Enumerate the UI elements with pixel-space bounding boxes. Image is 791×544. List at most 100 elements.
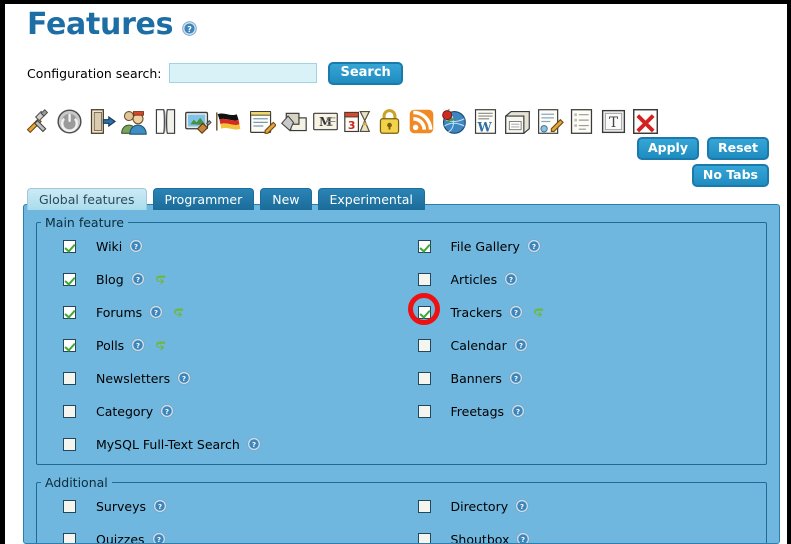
checkbox-forums[interactable] [63,306,76,319]
svg-text:?: ? [157,536,161,544]
globe-apple-icon[interactable] [439,107,468,136]
help-question-icon[interactable]: ? [516,532,530,544]
help-question-icon[interactable]: ? [514,338,528,352]
page-content: Features ? Configuration search: Search [5,4,787,544]
svg-text:?: ? [520,503,524,511]
option-trackers[interactable]: Trackers ? [418,302,767,322]
option-shoutbox[interactable]: Shoutbox ? [418,529,767,544]
group-additional-legend: Additional [41,475,112,490]
book-pages-icon[interactable] [151,107,180,136]
card-file-box-icon[interactable] [503,107,532,136]
help-question-icon[interactable]: ? [527,239,541,253]
option-newsletters[interactable]: Newsletters ? [63,368,402,388]
option-surveys[interactable]: Surveys ? [63,496,402,516]
checkbox-freetags[interactable] [418,405,431,418]
checkbox-polls[interactable] [63,339,76,352]
help-question-icon[interactable]: ? [160,404,174,418]
help-question-icon[interactable]: ? [131,272,145,286]
help-question-icon[interactable]: ? [153,499,167,513]
option-articles[interactable]: Articles ? [418,269,767,289]
checkbox-shoutbox[interactable] [418,533,431,544]
checkbox-wiki[interactable] [63,240,76,253]
configuration-search-row: Configuration search: Search [27,62,403,84]
checkbox-directory[interactable] [418,500,431,513]
help-question-icon[interactable]: ? [177,371,191,385]
help-question-icon[interactable]: ? [149,305,163,319]
option-forums[interactable]: Forums ? [63,302,402,322]
reload-loop-icon[interactable] [532,306,546,319]
option-blog[interactable]: Blog ? [63,269,402,289]
checkbox-calendar[interactable] [418,339,431,352]
option-calendar[interactable]: Calendar ? [418,335,767,355]
german-flag-icon[interactable] [215,107,244,136]
text-module-icon[interactable]: T [599,107,628,136]
checkbox-file-gallery[interactable] [418,240,431,253]
file-gallery-icon[interactable] [279,107,308,136]
main-feature-left-column: Wiki ? Blog ? [37,236,402,454]
padlock-icon[interactable] [375,107,404,136]
wiki-article-icon[interactable]: W [471,107,500,136]
option-wiki[interactable]: Wiki ? [63,236,402,256]
tab-experimental[interactable]: Experimental [318,188,425,210]
option-file-gallery[interactable]: File Gallery ? [418,236,767,256]
tab-global-features[interactable]: Global features [27,188,147,210]
help-question-icon[interactable]: ? [509,371,523,385]
checkbox-surveys[interactable] [63,500,76,513]
option-category[interactable]: Category ? [63,401,402,421]
calendar-hourglass-icon[interactable]: 3 [343,107,372,136]
reload-loop-icon[interactable] [172,306,186,319]
help-question-icon[interactable]: ? [509,305,523,319]
checkbox-quizzes[interactable] [63,533,76,544]
option-quizzes[interactable]: Quizzes ? [63,529,402,544]
map-marker-icon[interactable]: M [311,107,340,136]
option-polls[interactable]: Polls ? [63,335,402,355]
help-question-icon[interactable]: ? [131,338,145,352]
option-banners[interactable]: Banners ? [418,368,767,388]
option-freetags[interactable]: Freetags ? [418,401,767,421]
blog-write-icon[interactable] [535,107,564,136]
apply-button[interactable]: Apply [637,137,699,160]
checkbox-banners[interactable] [418,372,431,385]
article-list-icon[interactable] [567,107,596,136]
label-directory: Directory [451,499,509,514]
label-shoutbox: Shoutbox [451,532,510,544]
svg-text:?: ? [136,342,140,350]
tab-programmer[interactable]: Programmer [153,188,255,210]
no-tabs-button[interactable]: No Tabs [692,164,769,187]
users-group-icon[interactable] [119,107,148,136]
help-question-icon[interactable]: ? [515,499,529,513]
svg-text:W: W [476,119,492,134]
help-question-icon[interactable]: ? [511,404,525,418]
label-polls: Polls [96,338,124,353]
tools-wrench-screwdriver-icon[interactable] [23,107,52,136]
checkbox-blog[interactable] [63,273,76,286]
help-question-icon[interactable]: ? [504,272,518,286]
checkbox-trackers[interactable] [418,306,431,319]
svg-text:?: ? [514,309,518,317]
notepad-pencil-icon[interactable] [247,107,276,136]
option-mysql-fulltext-search[interactable]: MySQL Full-Text Search ? [63,434,402,454]
no-tabs-row: No Tabs [692,164,769,187]
rss-feed-icon[interactable] [407,107,436,136]
help-question-icon[interactable]: ? [129,239,143,253]
checkbox-category[interactable] [63,405,76,418]
image-paint-icon[interactable] [183,107,212,136]
svg-text:?: ? [165,408,169,416]
red-cross-close-icon[interactable] [631,107,660,136]
help-question-icon[interactable]: ? [152,532,166,544]
help-question-icon[interactable]: ? [247,437,261,451]
checkbox-articles[interactable] [418,273,431,286]
reload-loop-icon[interactable] [154,273,168,286]
checkbox-newsletters[interactable] [63,372,76,385]
tab-new[interactable]: New [260,188,311,210]
power-button-icon[interactable] [55,107,84,136]
search-button[interactable]: Search [328,62,402,85]
svg-text:?: ? [154,309,158,317]
option-directory[interactable]: Directory ? [418,496,767,516]
checkbox-mysql-fulltext-search[interactable] [63,438,76,451]
login-door-icon[interactable] [87,107,116,136]
reload-loop-icon[interactable] [154,339,168,352]
reset-button[interactable]: Reset [707,137,769,160]
search-input[interactable] [169,63,317,83]
help-question-icon[interactable]: ? [182,21,197,36]
